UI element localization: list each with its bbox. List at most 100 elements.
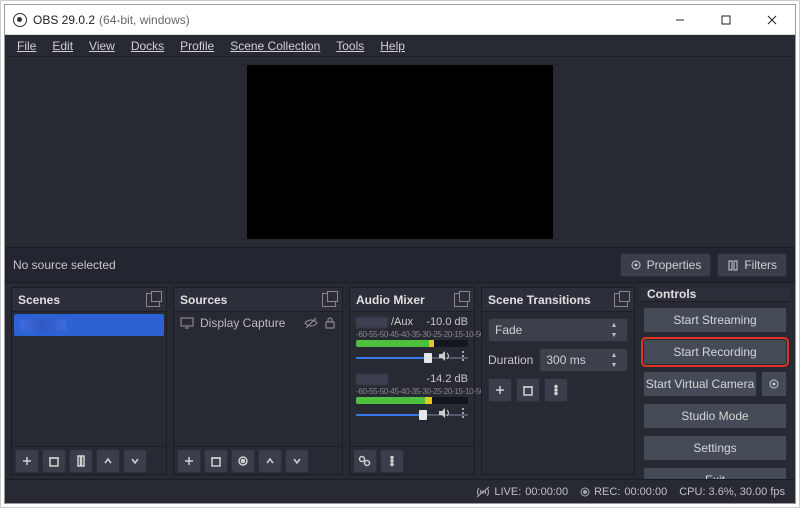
- cpu-status: CPU: 3.6%, 30.00 fps: [679, 486, 785, 498]
- display-icon: [180, 317, 194, 329]
- dock-popout-icon[interactable]: [454, 293, 468, 307]
- source-item-label: Display Capture: [200, 316, 285, 330]
- filters-button[interactable]: Filters: [717, 253, 787, 277]
- transition-value: Fade: [495, 323, 522, 337]
- source-move-down-button[interactable]: [285, 449, 309, 473]
- menu-docks[interactable]: Docks: [125, 38, 170, 54]
- mixer-menu-button[interactable]: [380, 449, 404, 473]
- start-virtual-camera-button[interactable]: Start Virtual Camera: [643, 371, 757, 397]
- properties-label: Properties: [647, 258, 702, 272]
- menu-edit[interactable]: Edit: [46, 38, 79, 54]
- controls-title: Controls: [647, 287, 696, 301]
- transition-menu-button[interactable]: [544, 378, 568, 402]
- panel-controls: Controls Start Streaming Start Recording…: [641, 287, 789, 475]
- scenes-title: Scenes: [18, 293, 60, 307]
- transition-add-button[interactable]: [488, 378, 512, 402]
- transition-select[interactable]: Fade ▲▼: [488, 318, 628, 342]
- mixer-title: Audio Mixer: [356, 293, 425, 307]
- mixer-volume-slider[interactable]: [356, 351, 468, 365]
- panel-scenes: Scenes: [11, 287, 167, 475]
- status-bar: LIVE: 00:00:00 REC: 00:00:00 CPU: 3.6%, …: [5, 479, 795, 503]
- sources-title: Sources: [180, 293, 227, 307]
- source-move-up-button[interactable]: [258, 449, 282, 473]
- transition-remove-button[interactable]: [516, 378, 540, 402]
- properties-button[interactable]: Properties: [620, 253, 712, 277]
- menu-profile[interactable]: Profile: [174, 38, 220, 54]
- source-remove-button[interactable]: [204, 449, 228, 473]
- scene-add-button[interactable]: [15, 449, 39, 473]
- obs-logo-icon: [13, 13, 27, 27]
- virtual-camera-settings-button[interactable]: [761, 371, 787, 397]
- mixer-meter: [356, 397, 468, 404]
- source-item[interactable]: Display Capture: [174, 312, 342, 334]
- window-title-suffix: (64-bit, windows): [99, 13, 190, 27]
- dock-popout-icon[interactable]: [146, 293, 160, 307]
- mixer-track-db: -14.2 dB: [426, 373, 468, 385]
- mixer-track-name: [356, 374, 391, 385]
- mixer-track-db: -10.0 dB: [426, 316, 468, 328]
- lock-icon[interactable]: [324, 317, 336, 329]
- mixer-scale: -60-55-50-45-40-35-30-25-20-15-10-50: [356, 387, 468, 396]
- track-menu-icon[interactable]: [458, 407, 468, 419]
- live-time: 00:00:00: [525, 486, 568, 498]
- speaker-icon[interactable]: [438, 350, 452, 362]
- mixer-track: /Aux -10.0 dB -60-55-50-45-40-35-30-25-20-…: [350, 312, 474, 369]
- gear-icon: [768, 378, 780, 390]
- panel-audio-mixer: Audio Mixer /Aux -10.0 dB -60-55-50-45-40-…: [349, 287, 475, 475]
- window-title: OBS 29.0.2: [33, 13, 95, 27]
- mixer-volume-slider[interactable]: [356, 408, 468, 422]
- menu-view[interactable]: View: [83, 38, 121, 54]
- menu-scene-collection[interactable]: Scene Collection: [224, 38, 326, 54]
- live-label: LIVE:: [494, 486, 521, 498]
- maximize-button[interactable]: [703, 5, 749, 35]
- mixer-scale: -60-55-50-45-40-35-30-25-20-15-10-50: [356, 330, 468, 339]
- duration-input[interactable]: 300 ms ▲▼: [539, 348, 628, 372]
- transitions-title: Scene Transitions: [488, 293, 591, 307]
- scene-remove-button[interactable]: [42, 449, 66, 473]
- preview-area: [5, 57, 795, 247]
- duration-label: Duration: [488, 353, 533, 367]
- preview-canvas[interactable]: [247, 65, 553, 239]
- close-button[interactable]: [749, 5, 795, 35]
- broadcast-icon: [476, 486, 490, 498]
- record-icon: [580, 487, 590, 497]
- mixer-track: -14.2 dB -60-55-50-45-40-35-30-25-20-15-1…: [350, 369, 474, 426]
- menu-help[interactable]: Help: [374, 38, 411, 54]
- title-bar: OBS 29.0.2 (64-bit, windows): [5, 5, 795, 35]
- mixer-meter: [356, 340, 468, 347]
- source-toolbar: No source selected Properties Filters: [5, 247, 795, 283]
- app-window: OBS 29.0.2 (64-bit, windows) File Edit V…: [4, 4, 796, 504]
- filters-label: Filters: [744, 258, 777, 272]
- speaker-icon[interactable]: [438, 407, 452, 419]
- minimize-button[interactable]: [657, 5, 703, 35]
- source-properties-button[interactable]: [231, 449, 255, 473]
- mixer-track-name: /Aux: [356, 316, 413, 328]
- visibility-off-icon[interactable]: [304, 317, 318, 329]
- settings-button[interactable]: Settings: [643, 435, 787, 461]
- scene-filter-button[interactable]: [69, 449, 93, 473]
- scene-name-blurred: [20, 319, 66, 331]
- duration-value: 300 ms: [546, 353, 585, 367]
- track-menu-icon[interactable]: [458, 350, 468, 362]
- scene-item-selected[interactable]: [14, 314, 164, 336]
- dock-popout-icon[interactable]: [614, 293, 628, 307]
- mixer-advanced-button[interactable]: [353, 449, 377, 473]
- studio-mode-button[interactable]: Studio Mode: [643, 403, 787, 429]
- gear-icon: [630, 259, 642, 271]
- rec-time: 00:00:00: [624, 486, 667, 498]
- panel-scene-transitions: Scene Transitions Fade ▲▼ Duration 300 m…: [481, 287, 635, 475]
- panel-sources: Sources Display Capture: [173, 287, 343, 475]
- source-selection-text: No source selected: [13, 258, 614, 272]
- source-add-button[interactable]: [177, 449, 201, 473]
- scene-move-up-button[interactable]: [96, 449, 120, 473]
- scene-move-down-button[interactable]: [123, 449, 147, 473]
- menu-tools[interactable]: Tools: [330, 38, 370, 54]
- dock-panels: Scenes Sources Display: [5, 283, 795, 479]
- dock-popout-icon[interactable]: [322, 293, 336, 307]
- start-streaming-button[interactable]: Start Streaming: [643, 307, 787, 333]
- start-recording-button[interactable]: Start Recording: [643, 339, 787, 365]
- rec-label: REC:: [594, 486, 620, 498]
- menu-file[interactable]: File: [11, 38, 42, 54]
- filters-icon: [727, 259, 739, 271]
- menu-bar: File Edit View Docks Profile Scene Colle…: [5, 35, 795, 57]
